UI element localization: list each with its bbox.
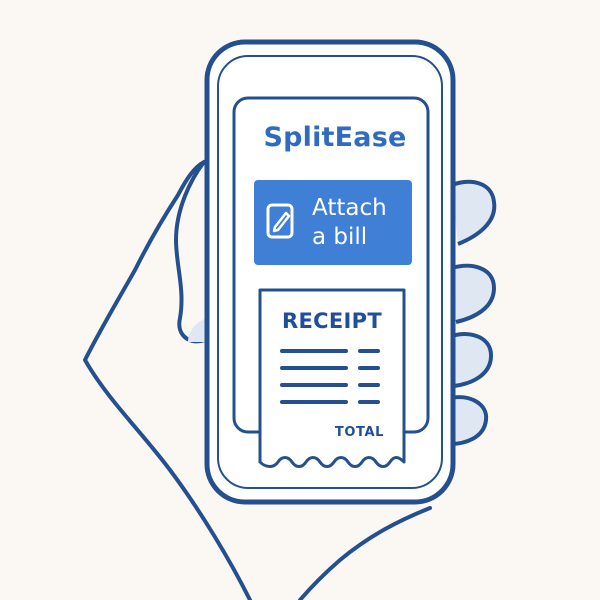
hand-holding-phone-drawing [83, 39, 497, 600]
attach-bill-button[interactable]: Attach a bill [254, 180, 412, 265]
app-title: SplitEase [263, 122, 407, 153]
document-edit-icon [266, 203, 294, 239]
attach-bill-label: Attach a bill [312, 195, 387, 250]
receipt-total-label: TOTAL [334, 425, 384, 440]
illustration: SplitEase Attach a bill RECEIPT TOTAL [0, 0, 600, 600]
receipt-title: RECEIPT [282, 309, 382, 333]
